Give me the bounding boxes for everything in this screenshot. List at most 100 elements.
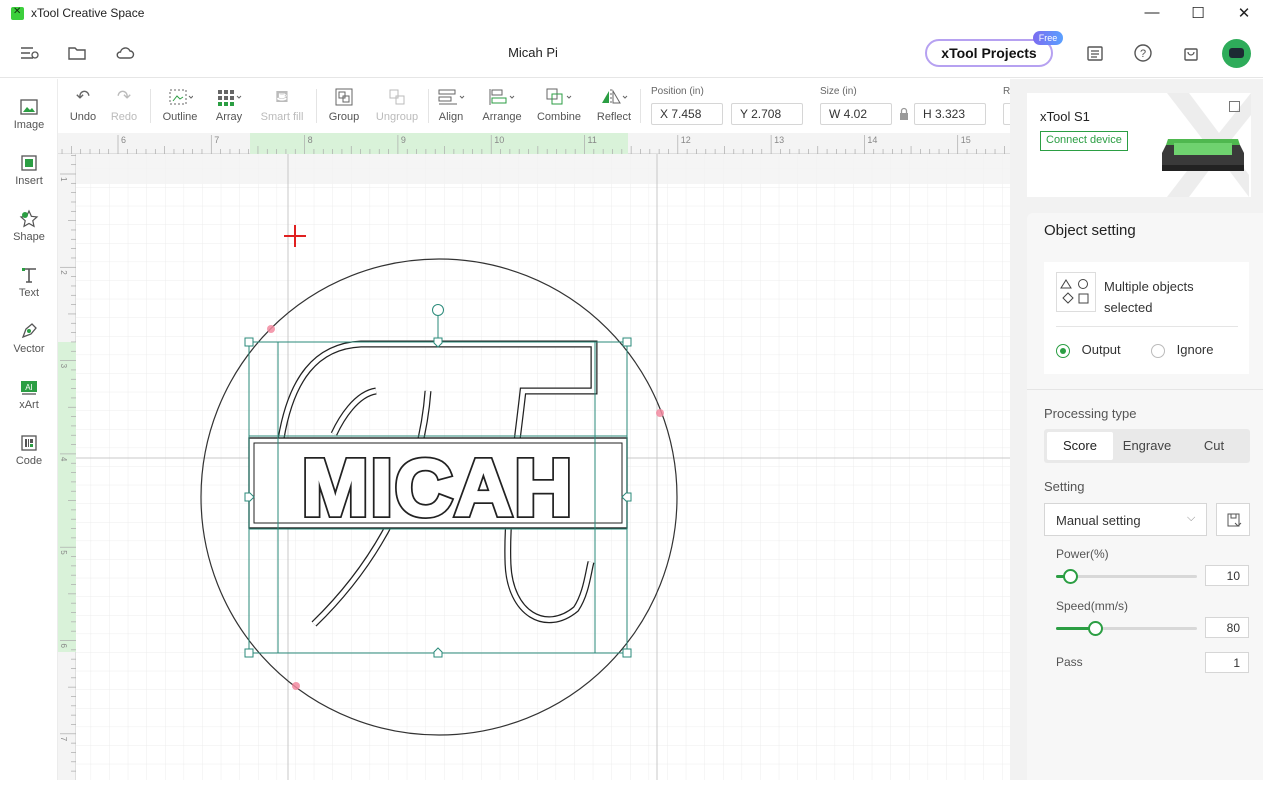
selection-card: Multiple objects selected Output Ignore xyxy=(1044,262,1249,374)
output-radio[interactable]: Output xyxy=(1056,342,1121,358)
toolbar-divider xyxy=(316,89,317,123)
device-card[interactable]: xTool S1 Connect device xyxy=(1027,93,1251,197)
redo-button[interactable]: ↷ Redo xyxy=(106,79,142,133)
position-label: Position (in) xyxy=(651,86,704,97)
ruler-tick-label: 5 xyxy=(59,550,68,555)
resize-handle[interactable] xyxy=(244,648,254,658)
xtool-projects-button[interactable]: xTool Projects xyxy=(925,39,1053,67)
lock-ratio-icon[interactable] xyxy=(898,107,910,121)
setting-dropdown[interactable]: Manual setting ⌵ xyxy=(1044,503,1207,536)
collapse-icon[interactable] xyxy=(1229,101,1240,112)
tool-shape[interactable]: Shape xyxy=(0,199,58,249)
undo-button[interactable]: ↶ Undo xyxy=(64,79,102,133)
array-grid-icon xyxy=(208,87,250,107)
svg-text:AI: AI xyxy=(25,383,33,392)
chevron-down-icon: ⌵ xyxy=(1187,512,1196,524)
resize-handle[interactable] xyxy=(622,337,632,347)
tool-insert[interactable]: Insert xyxy=(0,143,58,193)
app-logo-icon xyxy=(11,6,24,20)
vertical-ruler: 1 2 3 4 5 6 7 xyxy=(58,154,76,780)
ruler-tick-label: 14 xyxy=(867,135,877,145)
svg-text:MICAH: MICAH xyxy=(302,443,574,532)
ruler-tick-label: 12 xyxy=(681,135,691,145)
save-icon xyxy=(1227,513,1242,527)
processing-tab-cut[interactable]: Cut xyxy=(1181,432,1247,460)
ruler-tick-label: 8 xyxy=(308,135,313,145)
size-label: Size (in) xyxy=(820,86,857,97)
speed-slider[interactable] xyxy=(1056,621,1197,636)
close-button[interactable]: ✕ xyxy=(1232,4,1256,24)
divider xyxy=(1056,326,1238,327)
svg-text:?: ? xyxy=(1140,48,1146,60)
arrange-button[interactable]: Arrange xyxy=(480,79,524,133)
selection-text: Multiple objects xyxy=(1104,279,1194,294)
app-title: xTool Creative Space xyxy=(31,6,145,20)
toolbar-divider xyxy=(428,89,429,123)
tool-code[interactable]: Code xyxy=(0,423,58,473)
height-input[interactable]: H 3.323 xyxy=(914,103,986,125)
ignore-radio[interactable]: Ignore xyxy=(1151,342,1214,358)
resize-handle[interactable] xyxy=(244,337,254,347)
free-badge: Free xyxy=(1033,31,1063,45)
ruler-tick-label: 3 xyxy=(59,364,68,369)
ruler-tick-label: 7 xyxy=(214,135,219,145)
x-position-input[interactable]: X 7.458 xyxy=(651,103,723,125)
arrange-icon xyxy=(480,87,524,107)
resize-handle[interactable] xyxy=(622,648,632,658)
ruler-tick-label: 4 xyxy=(59,457,68,462)
title-bar: xTool Creative Space — ☐ ✕ xyxy=(0,0,1263,28)
toolbar-divider xyxy=(150,89,151,123)
tool-vector[interactable]: Vector xyxy=(0,311,58,361)
app-header: Micah Pi xTool Projects Free ? xyxy=(0,28,1263,78)
reflect-button[interactable]: Reflect xyxy=(594,79,634,133)
array-button[interactable]: Array xyxy=(208,79,250,133)
toolbar: ↶ Undo ↷ Redo Outline Array ⛾ Smart fill Gr… xyxy=(58,79,1012,133)
processing-tab-engrave[interactable]: Engrave xyxy=(1114,432,1180,460)
ruler-tick-label: 6 xyxy=(121,135,126,145)
power-input[interactable]: 10 xyxy=(1205,565,1249,586)
left-tool-panel: Image Insert Shape Text Vector AI xArt C… xyxy=(0,79,58,780)
tool-image[interactable]: Image xyxy=(0,87,58,137)
image-icon xyxy=(19,97,39,117)
width-input[interactable]: W 4.02 xyxy=(820,103,892,125)
shop-bag-icon[interactable] xyxy=(1180,42,1202,64)
speed-label: Speed(mm/s) xyxy=(1056,599,1129,613)
multi-shapes-icon xyxy=(1056,272,1096,312)
outline-icon xyxy=(158,87,202,107)
user-avatar[interactable] xyxy=(1222,39,1251,68)
design-canvas[interactable]: MICAH MICAH xyxy=(76,154,1010,780)
maximize-button[interactable]: ☐ xyxy=(1186,4,1210,24)
rotate-handle[interactable] xyxy=(432,304,444,316)
document-title[interactable]: Micah Pi xyxy=(0,45,1066,60)
smart-fill-button[interactable]: ⛾ Smart fill xyxy=(256,79,308,133)
toolbar-divider xyxy=(640,89,641,123)
speed-input[interactable]: 80 xyxy=(1205,617,1249,638)
pass-input[interactable]: 1 xyxy=(1205,652,1249,673)
qr-code-icon xyxy=(19,433,39,453)
group-button[interactable]: Group xyxy=(324,79,364,133)
minimize-button[interactable]: — xyxy=(1140,4,1164,24)
align-button[interactable]: Align xyxy=(434,79,468,133)
processing-tab-score[interactable]: Score xyxy=(1047,432,1113,460)
save-setting-button[interactable] xyxy=(1216,503,1250,536)
setting-label: Setting xyxy=(1044,479,1085,494)
tool-xart[interactable]: AI xArt xyxy=(0,367,58,417)
power-slider[interactable] xyxy=(1056,569,1197,584)
ruler-tick-label: 2 xyxy=(59,270,68,275)
horizontal-ruler: 6 7 8 9 10 11 12 13 14 15 xyxy=(58,133,1010,154)
ungroup-button[interactable]: Ungroup xyxy=(372,79,422,133)
connect-device-button[interactable]: Connect device xyxy=(1040,131,1128,151)
notes-icon[interactable] xyxy=(1084,42,1106,64)
redo-icon: ↷ xyxy=(116,87,132,106)
help-icon[interactable]: ? xyxy=(1132,42,1154,64)
power-slider-knob[interactable] xyxy=(1063,569,1079,584)
reflect-icon xyxy=(594,87,634,107)
micah-text-shape[interactable]: MICAH MICAH xyxy=(248,437,628,535)
laser-machine-image xyxy=(1160,137,1246,175)
tool-text[interactable]: Text xyxy=(0,255,58,305)
speed-slider-knob[interactable] xyxy=(1088,621,1104,636)
processing-type-tabs: Score Engrave Cut xyxy=(1044,429,1250,463)
combine-button[interactable]: Combine xyxy=(534,79,584,133)
y-position-input[interactable]: Y 2.708 xyxy=(731,103,803,125)
outline-button[interactable]: Outline xyxy=(158,79,202,133)
